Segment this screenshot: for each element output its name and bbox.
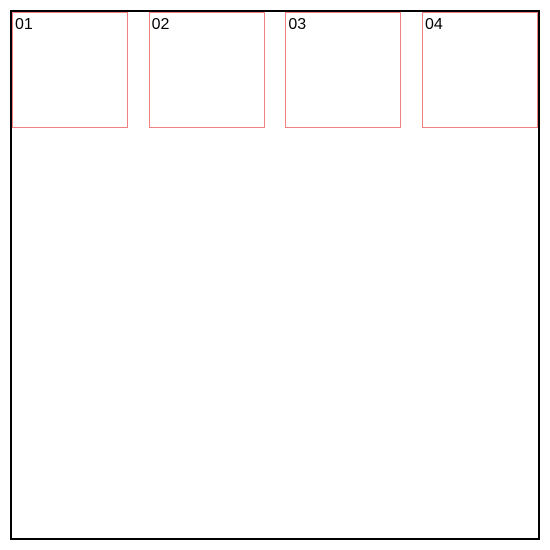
box-label: 02 [152,16,170,33]
grid-box: 01 [12,12,128,128]
grid-box: 04 [422,12,538,128]
box-label: 04 [425,16,443,33]
grid-box: 03 [285,12,401,128]
grid-box: 02 [149,12,265,128]
grid-container: 01 02 03 04 [10,10,540,540]
box-label: 03 [288,16,306,33]
box-label: 01 [15,16,33,33]
